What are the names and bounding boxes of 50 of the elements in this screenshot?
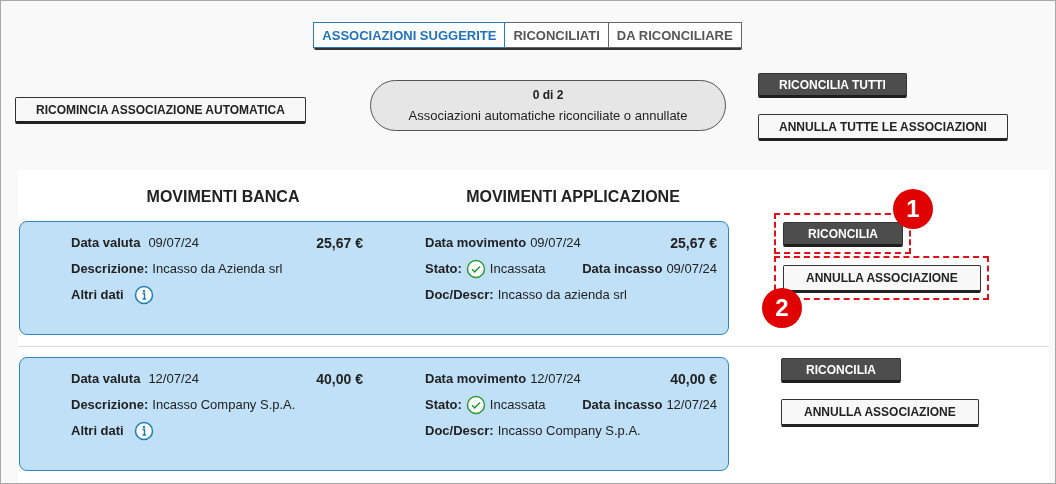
field-value: 09/07/24 <box>148 235 199 250</box>
reconcile-button[interactable]: RICONCILIA <box>783 222 903 247</box>
callout-badge: 2 <box>762 288 802 328</box>
progress-caption: Associazioni automatiche riconciliate o annullate <box>408 108 688 123</box>
amount: 25,67 € <box>670 234 717 251</box>
field-value: 09/07/24 <box>666 261 717 276</box>
field-value: Incasso da azienda srl <box>497 287 627 302</box>
field-label: Descrizione: <box>71 397 149 412</box>
cancel-association-button[interactable]: ANNULLA ASSOCIAZIONE <box>783 265 981 293</box>
field-value: 12/07/24 <box>530 371 581 386</box>
tab[interactable]: ASSOCIAZIONI SUGGERITE <box>313 22 506 48</box>
tab[interactable]: RICONCILIATI <box>504 22 609 48</box>
field-label: Data movimento <box>425 235 527 250</box>
info-icon[interactable] <box>133 420 154 441</box>
field-label: Data valuta <box>71 371 141 386</box>
field-label: Altri dati <box>71 287 124 302</box>
field-value: Incasso Company S.p.A. <box>497 423 641 438</box>
amount: 40,00 € <box>316 370 363 387</box>
field-label: Doc/Descr: <box>425 423 494 438</box>
field-value: 12/07/24 <box>148 371 199 386</box>
field-label: Data valuta <box>71 235 141 250</box>
field-label: Doc/Descr: <box>425 287 494 302</box>
column-heading: MOVIMENTI BANCA <box>145 186 301 206</box>
column-heading: MOVIMENTI APPLICAZIONE <box>465 186 681 206</box>
tab[interactable]: DA RICONCILIARE <box>607 22 742 48</box>
cancel-association-button[interactable]: ANNULLA ASSOCIAZIONE <box>781 399 979 427</box>
check-circle-icon <box>465 258 486 279</box>
check-circle-icon <box>465 394 486 415</box>
field-label: Data movimento <box>425 371 527 386</box>
status-value: Incassata <box>489 261 546 276</box>
reconcile-all-button[interactable]: RICONCILIA TUTTI <box>758 73 907 98</box>
amount: 25,67 € <box>316 234 363 251</box>
field-value: Incasso da Azienda srl <box>152 261 283 276</box>
field-value: 09/07/24 <box>530 235 581 250</box>
callout-badge: 1 <box>893 189 933 229</box>
status-value: Incassata <box>489 397 546 412</box>
field-label: Stato: <box>425 397 462 412</box>
field-value: 12/07/24 <box>666 397 717 412</box>
amount: 40,00 € <box>670 370 717 387</box>
field-label: Data incasso <box>582 397 663 412</box>
field-label: Altri dati <box>71 423 124 438</box>
field-label: Data incasso <box>582 261 663 276</box>
reconcile-button[interactable]: RICONCILIA <box>781 358 901 383</box>
restart-button[interactable]: RICOMINCIA ASSOCIAZIONE AUTOMATICA <box>15 97 306 124</box>
info-icon[interactable] <box>133 284 154 305</box>
field-label: Stato: <box>425 261 462 276</box>
field-label: Descrizione: <box>71 261 149 276</box>
progress-count: 0 di 2 <box>532 88 564 102</box>
cancel-all-button[interactable]: ANNULLA TUTTE LE ASSOCIAZIONI <box>758 114 1008 141</box>
field-value: Incasso Company S.p.A. <box>152 397 296 412</box>
